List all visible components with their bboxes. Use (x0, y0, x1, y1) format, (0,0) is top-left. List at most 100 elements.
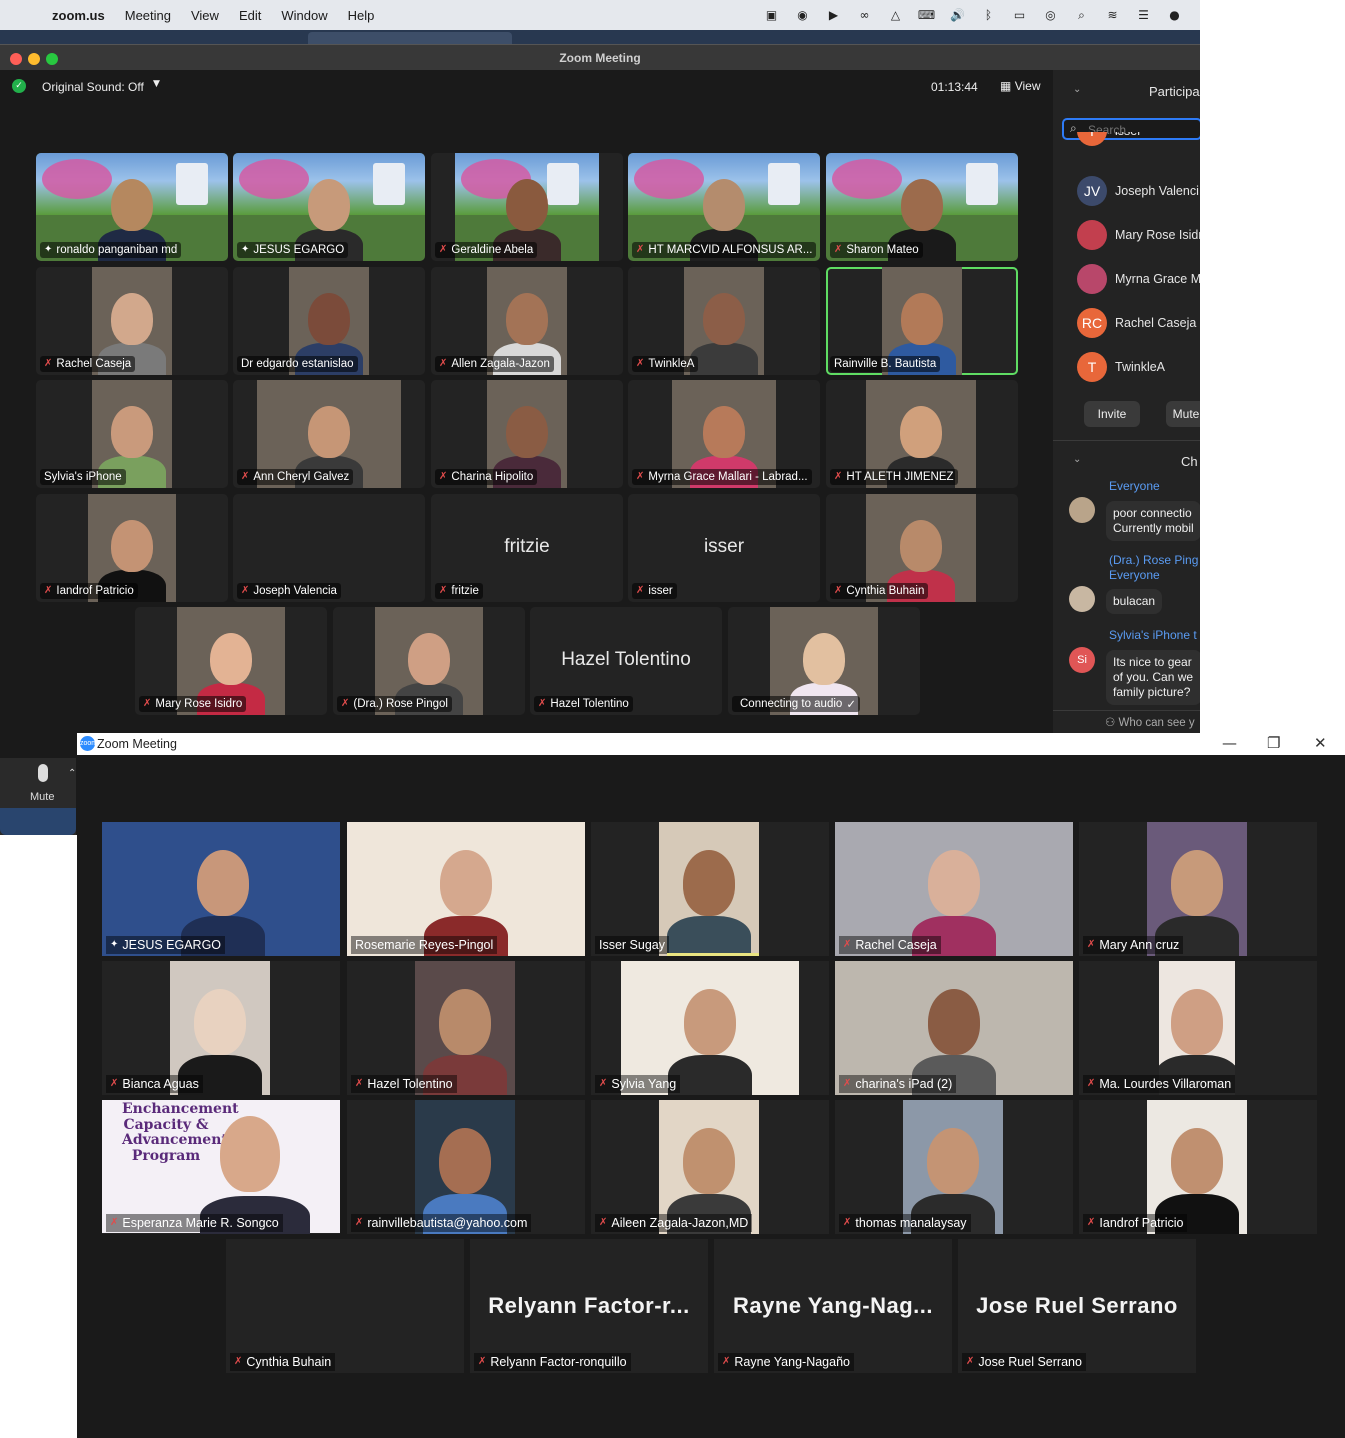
video-tile[interactable]: ✗ Charina Hipolito (431, 380, 623, 488)
participant-name: Rainville B. Bautista (834, 358, 937, 370)
video-tile[interactable]: ✗ Iandrof Patricio (1079, 1100, 1317, 1234)
viber-tray-icon[interactable]: ◉ (793, 6, 812, 24)
participant-row[interactable]: T TwinkleA (1077, 352, 1165, 382)
video-tile[interactable]: Hazel Tolentino ✗ Hazel Tolentino (530, 607, 722, 715)
video-tile[interactable]: ✗ Sharon Mateo (826, 153, 1018, 261)
play-tray-icon[interactable]: ▶ (824, 6, 843, 24)
chevron-up-icon[interactable]: ⌃ (68, 768, 76, 779)
invite-button[interactable]: Invite (1084, 401, 1140, 427)
mic-muted-icon: ✗ (834, 244, 843, 255)
who-can-see-messages[interactable]: ⚇ Who can see y (1105, 715, 1195, 729)
participant-name: HT MARCVID ALFONSUS AR... (648, 244, 813, 256)
mic-muted-icon: ✗ (834, 471, 843, 482)
battery-icon[interactable]: ▭ (1010, 6, 1029, 24)
minimize-icon[interactable]: — (1222, 734, 1237, 752)
video-tile[interactable]: ✗ rainvillebautista@yahoo.com (347, 1100, 585, 1234)
menu-help[interactable]: Help (348, 8, 375, 23)
control-center-icon[interactable]: ☰ (1134, 6, 1153, 24)
drive-tray-icon[interactable]: △ (886, 6, 905, 24)
meeting-top-bar: ✓ Original Sound: Off ▼ 01:13:44 ▦ View (0, 70, 1053, 104)
zoom-tray-icon[interactable]: ▣ (762, 6, 781, 24)
video-tile[interactable]: Isser Sugay (591, 822, 829, 956)
search-icon: ⌕ (1070, 121, 1077, 135)
app-menu[interactable]: zoom.us (52, 8, 105, 23)
menu-meeting[interactable]: Meeting (125, 8, 171, 23)
participant-row[interactable]: RC Rachel Caseja (1077, 308, 1196, 338)
participant-name: Joseph Valenci (1115, 184, 1199, 198)
chat-recipient: Everyone (1109, 568, 1160, 582)
video-tile[interactable]: ✗ Rachel Caseja (835, 822, 1073, 956)
collapse-chat-icon[interactable]: ⌄ (1073, 454, 1081, 465)
video-tile[interactable]: Rosemarie Reyes-Pingol (347, 822, 585, 956)
video-tile[interactable]: ✗ (Dra.) Rose Pingol (333, 607, 525, 715)
video-tile[interactable]: Connecting to audio ✓ (728, 607, 920, 715)
video-tile[interactable]: ✗ Bianca Aguas (102, 961, 340, 1095)
collapse-participants-icon[interactable]: ⌄ (1073, 84, 1081, 95)
video-tile[interactable]: ✗ charina's iPad (2) (835, 961, 1073, 1095)
avatar (1077, 264, 1107, 294)
chevron-down-icon[interactable]: ▼ (153, 79, 160, 89)
video-tile[interactable]: ✗ Iandrof Patricio (36, 494, 228, 602)
search-icon[interactable]: ⌕ (1072, 6, 1091, 24)
video-tile[interactable]: ✗ Mary Ann cruz (1079, 822, 1317, 956)
view-button[interactable]: ▦ View (1000, 79, 1040, 93)
original-sound-toggle[interactable]: Original Sound: Off (42, 80, 144, 94)
video-tile[interactable]: ✗ thomas manalaysay (835, 1100, 1073, 1234)
menu-window[interactable]: Window (281, 8, 327, 23)
video-tile[interactable]: ✗ TwinkleA (628, 267, 820, 375)
video-tile[interactable]: ✗ Hazel Tolentino (347, 961, 585, 1095)
close-icon[interactable]: ✕ (1314, 734, 1327, 752)
participant-name: Myrna Grace Mallari - Labrad... (648, 471, 808, 483)
video-tile[interactable]: ✗ Cynthia Buhain (826, 494, 1018, 602)
link-tray-icon[interactable]: ∞ (855, 6, 874, 24)
video-tile[interactable]: Enchancement Capacity & Advancement Prog… (102, 1100, 340, 1234)
video-tile[interactable]: Dr edgardo estanislao (233, 267, 425, 375)
video-tile[interactable]: ✗ Ann Cheryl Galvez (233, 380, 425, 488)
participant-face (683, 850, 735, 916)
video-tile[interactable]: isser ✗ isser (628, 494, 820, 602)
menu-view[interactable]: View (191, 8, 219, 23)
participant-row[interactable]: Mary Rose Isidr (1077, 220, 1200, 250)
volume-icon[interactable]: 🔊 (948, 6, 967, 24)
participants-header: Participa (1149, 84, 1200, 99)
video-tile[interactable]: Rayne Yang-Nag... ✗ Rayne Yang-Nagaño (714, 1239, 952, 1373)
participant-name: TwinkleA (648, 358, 695, 370)
user-icon[interactable]: ◎ (1041, 6, 1060, 24)
participant-row[interactable]: JV Joseph Valenci (1077, 176, 1199, 206)
mic-muted-icon: ✗ (478, 1356, 487, 1367)
video-tile[interactable]: ✗ Mary Rose Isidro (135, 607, 327, 715)
keyboard-tray-icon[interactable]: ⌨ (917, 6, 936, 24)
video-tile[interactable]: Rainville B. Bautista (826, 267, 1018, 375)
encryption-shield-icon[interactable]: ✓ (12, 79, 26, 93)
mute-button[interactable]: ⌃ Mute (0, 758, 76, 835)
video-tile[interactable]: ✦ ronaldo panganiban md (36, 153, 228, 261)
video-tile[interactable]: ✦ JESUS EGARGO (233, 153, 425, 261)
siri-icon[interactable]: ● (1165, 6, 1184, 24)
video-tile[interactable]: ✗ HT MARCVID ALFONSUS AR... (628, 153, 820, 261)
video-tile[interactable]: Jose Ruel Serrano ✗ Jose Ruel Serrano (958, 1239, 1196, 1373)
video-tile[interactable]: Sylvia's iPhone (36, 380, 228, 488)
participant-row[interactable]: Iisser (1077, 132, 1141, 146)
bluetooth-icon[interactable]: ᛒ (979, 6, 998, 24)
wifi-icon[interactable]: ≋ (1103, 6, 1122, 24)
mute-all-button[interactable]: Mute (1166, 401, 1200, 427)
speaking-indicator (667, 953, 759, 956)
video-tile[interactable]: ✗ Aileen Zagala-Jazon,MD (591, 1100, 829, 1234)
video-tile[interactable]: ✗ Myrna Grace Mallari - Labrad... (628, 380, 820, 488)
restore-icon[interactable]: ❐ (1267, 734, 1280, 752)
participant-name-label: Connecting to audio ✓ (732, 696, 860, 712)
video-feed (659, 822, 759, 956)
video-tile[interactable]: Relyann Factor-r... ✗ Relyann Factor-ronqu… (470, 1239, 708, 1373)
menu-edit[interactable]: Edit (239, 8, 261, 23)
video-tile[interactable]: ✗ Geraldine Abela (431, 153, 623, 261)
video-tile[interactable]: ✗ Ma. Lourdes Villaroman (1079, 961, 1317, 1095)
video-tile[interactable]: ✗ Cynthia Buhain (226, 1239, 464, 1373)
video-tile[interactable]: ✗ Allen Zagala-Jazon (431, 267, 623, 375)
video-tile[interactable]: ✗ Sylvia Yang (591, 961, 829, 1095)
video-tile[interactable]: fritzie ✗ fritzie (431, 494, 623, 602)
video-tile[interactable]: ✗ HT ALETH JIMENEZ (826, 380, 1018, 488)
video-tile[interactable]: ✦ JESUS EGARGO (102, 822, 340, 956)
video-tile[interactable]: ✗ Rachel Caseja (36, 267, 228, 375)
video-tile[interactable]: ✗ Joseph Valencia (233, 494, 425, 602)
participant-row[interactable]: Myrna Grace M (1077, 264, 1200, 294)
